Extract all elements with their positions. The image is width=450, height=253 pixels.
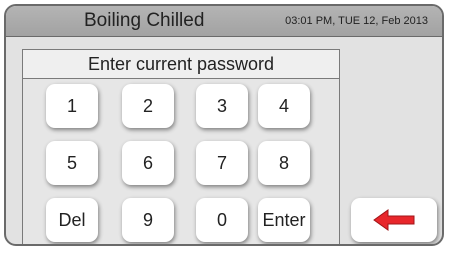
key-9[interactable]: 9 (122, 198, 174, 242)
key-4[interactable]: 4 (258, 84, 310, 128)
app-title: Boiling Chilled (84, 10, 205, 31)
back-button[interactable] (351, 198, 437, 242)
key-5[interactable]: 5 (46, 141, 98, 185)
key-8[interactable]: 8 (258, 141, 310, 185)
password-prompt: Enter current password (87, 54, 275, 74)
key-1[interactable]: 1 (46, 84, 98, 128)
header-bar: Boiling Chilled 03:01 PM, TUE 12, Feb 20… (6, 6, 442, 37)
key-2[interactable]: 2 (122, 84, 174, 128)
arrow-left-icon (373, 209, 415, 231)
key-0[interactable]: 0 (196, 198, 248, 242)
key-6[interactable]: 6 (122, 141, 174, 185)
key-7[interactable]: 7 (196, 141, 248, 185)
prompt-bar: Enter current password (23, 50, 339, 79)
delete-key[interactable]: Del (46, 198, 98, 242)
datetime-display: 03:01 PM, TUE 12, Feb 2013 (285, 15, 428, 27)
key-3[interactable]: 3 (196, 84, 248, 128)
app-frame: Boiling Chilled 03:01 PM, TUE 12, Feb 20… (4, 4, 444, 246)
enter-key[interactable]: Enter (258, 198, 310, 242)
